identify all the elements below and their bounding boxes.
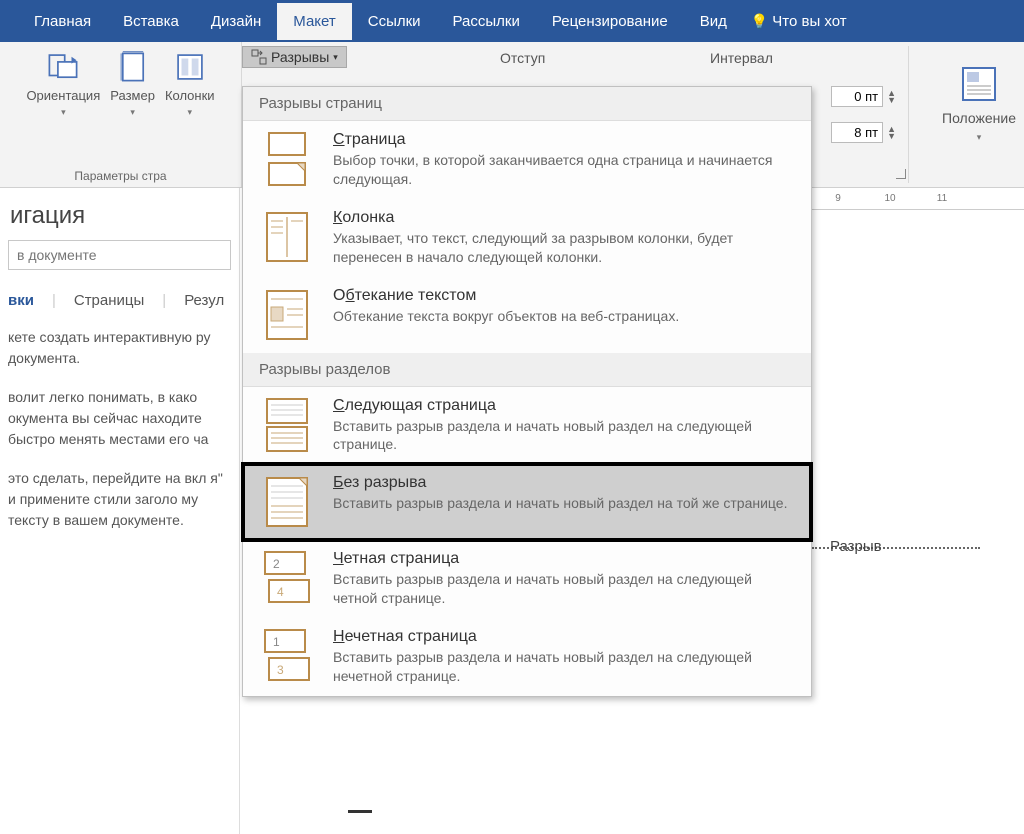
menu-item-desc: Вставить разрыв раздела и начать новый р… (333, 570, 795, 608)
tell-me[interactable]: 💡 Что вы хот (751, 13, 847, 30)
menu-item-title: Четная страница (333, 550, 795, 568)
menu-item-column[interactable]: Колонка Указывает, что текст, следующий … (243, 199, 811, 277)
menu-item-desc: Указывает, что текст, следующий за разры… (333, 229, 795, 267)
ribbon-tabs: Главная Вставка Дизайн Макет Ссылки Расс… (0, 0, 1024, 42)
spinner-arrows[interactable]: ▲▼ (887, 126, 896, 140)
menu-item-page[interactable]: Страница Выбор точки, в которой заканчив… (243, 121, 811, 199)
menu-item-title: Страница (333, 131, 795, 149)
continuous-section-icon (259, 474, 315, 530)
group-page-setup: Ориентация ▾ Размер ▾ Колонки ▾ Параметр… (0, 42, 242, 187)
position-icon (959, 64, 999, 104)
menu-item-title: Колонка (333, 209, 795, 227)
size-button[interactable]: Размер ▾ (106, 46, 159, 122)
svg-text:1: 1 (273, 635, 280, 649)
tab-references[interactable]: Ссылки (352, 3, 437, 40)
nav-tab-results[interactable]: Резул (184, 292, 224, 309)
odd-page-section-icon: 13 (259, 628, 315, 684)
bulb-icon: 💡 (751, 13, 768, 30)
page-break-icon (259, 131, 315, 187)
menu-item-desc: Вставить разрыв раздела и начать новый р… (333, 648, 795, 686)
breaks-label: Разрывы (271, 49, 329, 65)
ruler[interactable]: 9 10 11 (812, 188, 1024, 210)
menu-item-odd-page[interactable]: 13 Нечетная страница Вставить разрыв раз… (243, 618, 811, 696)
ruler-tick: 11 (916, 193, 968, 204)
ruler-tick: 10 (864, 193, 916, 204)
position-button[interactable]: Положение ▾ (942, 64, 1016, 143)
breaks-icon (251, 49, 267, 65)
menu-section-section-breaks: Разрывы разделов (243, 353, 811, 387)
tab-review[interactable]: Рецензирование (536, 3, 684, 40)
nav-title: игация (8, 188, 231, 240)
text-wrap-break-icon (259, 287, 315, 343)
dialog-launcher-icon[interactable] (896, 169, 906, 179)
size-label: Размер (110, 88, 155, 103)
spacing-after-input[interactable] (831, 122, 883, 143)
menu-item-desc: Выбор точки, в которой заканчивается одн… (333, 151, 795, 189)
navigation-pane: игация вки | Страницы | Резул кете созда… (0, 188, 240, 834)
menu-item-even-page[interactable]: 24 Четная страница Вставить разрыв разде… (243, 540, 811, 618)
spinner-arrows[interactable]: ▲▼ (887, 90, 896, 104)
spacing-label: Интервал (710, 50, 773, 66)
nav-body-text: кете создать интерактивную ру документа.… (8, 327, 231, 531)
column-break-icon (259, 209, 315, 265)
spacing-after[interactable]: ▲▼ (831, 122, 896, 143)
tab-home[interactable]: Главная (18, 3, 107, 40)
menu-item-title: Обтекание текстом (333, 287, 795, 305)
tab-mailings[interactable]: Рассылки (437, 3, 536, 40)
nav-search-input[interactable] (8, 240, 231, 270)
menu-item-title: Без разрыва (333, 474, 795, 492)
menu-item-text-wrapping[interactable]: Обтекание текстом Обтекание текста вокру… (243, 277, 811, 353)
chevron-down-icon: ▾ (61, 107, 66, 118)
position-label: Положение (942, 110, 1016, 126)
next-page-section-icon (259, 397, 315, 453)
chevron-down-icon: ▾ (333, 52, 338, 63)
menu-item-title: Следующая страница (333, 397, 795, 415)
svg-text:2: 2 (273, 557, 280, 571)
menu-item-next-page[interactable]: Следующая страница Вставить разрыв разде… (243, 387, 811, 465)
orientation-label: Ориентация (26, 88, 100, 103)
spacing-before-input[interactable] (831, 86, 883, 107)
columns-label: Колонки (165, 88, 215, 103)
group-label-page-setup: Параметры стра (0, 169, 241, 183)
chevron-down-icon: ▾ (130, 107, 135, 118)
size-icon (116, 50, 150, 84)
tab-view[interactable]: Вид (684, 3, 743, 40)
even-page-section-icon: 24 (259, 550, 315, 606)
indent-label: Отступ (500, 50, 545, 66)
svg-text:4: 4 (277, 585, 284, 599)
menu-section-page-breaks: Разрывы страниц (243, 87, 811, 121)
nav-tab-headings[interactable]: вки (8, 292, 34, 309)
tell-me-label: Что вы хот (772, 13, 846, 30)
spacing-before[interactable]: ▲▼ (831, 86, 896, 107)
nav-tabs: вки | Страницы | Резул (8, 292, 231, 309)
menu-item-desc: Вставить разрыв раздела и начать новый р… (333, 494, 795, 513)
ruler-tick: 9 (812, 193, 864, 204)
chevron-down-icon: ▾ (187, 107, 192, 118)
orientation-button[interactable]: Ориентация ▾ (22, 46, 104, 122)
columns-icon (173, 50, 207, 84)
tab-design[interactable]: Дизайн (195, 3, 277, 40)
breaks-menu: Разрывы страниц Страница Выбор точки, в … (242, 86, 812, 697)
breaks-button[interactable]: Разрывы ▾ (242, 46, 347, 68)
menu-item-title: Нечетная страница (333, 628, 795, 646)
menu-item-desc: Обтекание текста вокруг объектов на веб-… (333, 307, 795, 326)
annotation-label: Разрыв (830, 538, 882, 555)
orientation-icon (46, 50, 80, 84)
chevron-down-icon: ▾ (977, 132, 982, 143)
columns-button[interactable]: Колонки ▾ (161, 46, 219, 122)
document-cursor (348, 810, 372, 813)
menu-item-continuous[interactable]: Без разрыва Вставить разрыв раздела и на… (243, 464, 811, 540)
tab-layout[interactable]: Макет (277, 3, 351, 40)
svg-text:3: 3 (277, 663, 284, 677)
nav-tab-pages[interactable]: Страницы (74, 292, 144, 309)
tab-insert[interactable]: Вставка (107, 3, 195, 40)
menu-item-desc: Вставить разрыв раздела и начать новый р… (333, 417, 795, 455)
